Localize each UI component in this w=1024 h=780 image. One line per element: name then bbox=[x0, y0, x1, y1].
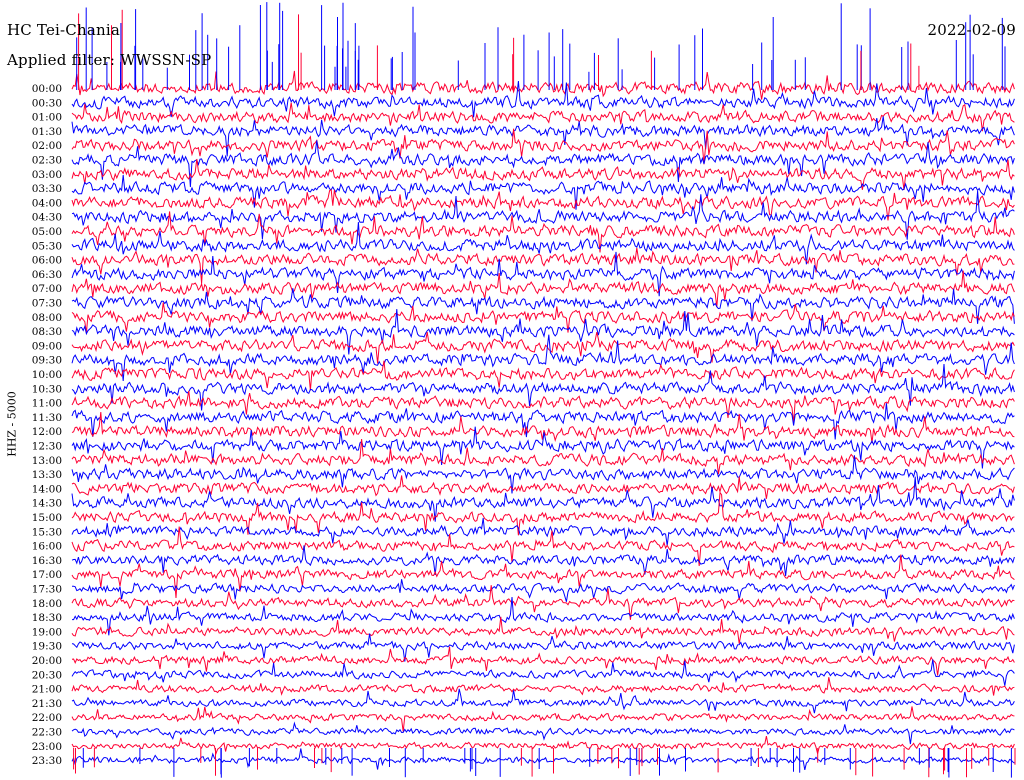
row-time-label: 20:30 bbox=[32, 669, 62, 681]
row-time-label: 16:00 bbox=[32, 541, 62, 553]
row-time-label: 21:30 bbox=[32, 698, 62, 710]
row-time-label: 11:00 bbox=[32, 398, 62, 410]
row-time-label: 15:30 bbox=[32, 526, 62, 538]
row-time-label: 08:30 bbox=[32, 326, 62, 338]
row-time-label: 17:00 bbox=[32, 569, 62, 581]
row-time-label: 11:30 bbox=[32, 412, 62, 424]
trace-row bbox=[71, 102, 1015, 132]
row-time-label: 22:00 bbox=[32, 712, 62, 724]
row-time-label: 13:30 bbox=[32, 469, 62, 481]
row-time-label: 23:30 bbox=[32, 755, 62, 767]
row-time-label: 07:00 bbox=[32, 283, 62, 295]
station-title: HC Tei-Chania bbox=[7, 21, 120, 39]
row-time-label: 12:30 bbox=[32, 441, 62, 453]
row-time-label: 09:00 bbox=[32, 340, 62, 352]
row-time-label: 06:00 bbox=[32, 255, 62, 267]
trace-row bbox=[71, 331, 1015, 364]
row-time-label: 04:00 bbox=[32, 197, 62, 209]
channel-label: HHZ - 5000 bbox=[5, 391, 19, 457]
trace-row bbox=[71, 554, 1015, 599]
row-time-label: 10:00 bbox=[32, 369, 62, 381]
row-time-label: 09:30 bbox=[32, 355, 62, 367]
row-time-label: 16:30 bbox=[32, 555, 62, 567]
row-time-label: 21:00 bbox=[32, 684, 62, 696]
row-time-label: 03:00 bbox=[32, 169, 62, 181]
row-time-label: 06:30 bbox=[32, 269, 62, 281]
row-time-label: 12:00 bbox=[32, 426, 62, 438]
filter-subtitle: Applied filter: WWSSN-SP bbox=[7, 51, 212, 69]
row-time-label: 14:30 bbox=[32, 498, 62, 510]
trace-row bbox=[71, 633, 1015, 662]
trace-row bbox=[71, 251, 1015, 297]
trace-row bbox=[71, 616, 1015, 644]
row-time-label: 01:30 bbox=[32, 126, 62, 138]
helicorder-chart: 00:00 00:30 01:00 01:30 02:00 02:30 03:00 03:30… bbox=[0, 0, 1024, 780]
trace-row bbox=[71, 517, 1015, 546]
trace-row bbox=[71, 191, 1015, 240]
trace-row bbox=[71, 288, 1015, 324]
row-time-label: 03:30 bbox=[32, 183, 62, 195]
helicorder-plot: 00:00 00:30 01:00 01:30 02:00 02:30 03:00 03:30… bbox=[32, 2, 1016, 778]
row-time-label: 22:30 bbox=[32, 727, 62, 739]
row-time-label: 13:00 bbox=[32, 455, 62, 467]
row-time-label: 05:30 bbox=[32, 240, 62, 252]
row-time-label: 20:00 bbox=[32, 655, 62, 667]
row-time-label: 04:30 bbox=[32, 212, 62, 224]
trace-row bbox=[71, 659, 1015, 686]
trace-row bbox=[71, 688, 1015, 714]
trace-row bbox=[71, 70, 1015, 100]
row-time-label: 02:00 bbox=[32, 140, 62, 152]
row-time-label: 10:30 bbox=[32, 383, 62, 395]
row-time-label: 23:00 bbox=[32, 741, 62, 753]
trace-row bbox=[71, 721, 1015, 745]
trace-row bbox=[71, 706, 1015, 732]
row-time-label: 18:30 bbox=[32, 612, 62, 624]
row-time-label: 00:00 bbox=[32, 83, 62, 95]
trace-row bbox=[71, 677, 1015, 696]
row-time-label: 02:30 bbox=[32, 155, 62, 167]
row-time-label: 17:30 bbox=[32, 584, 62, 596]
row-time-label: 08:00 bbox=[32, 312, 62, 324]
row-time-label: 01:00 bbox=[32, 112, 62, 124]
record-date: 2022-02-09 bbox=[927, 21, 1016, 39]
row-time-label: 14:00 bbox=[32, 483, 62, 495]
row-time-label: 00:30 bbox=[32, 97, 62, 109]
row-time-label: 18:00 bbox=[32, 598, 62, 610]
row-time-label: 15:00 bbox=[32, 512, 62, 524]
row-time-label: 07:30 bbox=[32, 298, 62, 310]
row-time-label: 19:00 bbox=[32, 626, 62, 638]
trace-row bbox=[71, 116, 1015, 157]
trace-row bbox=[72, 579, 1015, 602]
trace-row bbox=[71, 270, 1015, 308]
row-time-label: 19:30 bbox=[32, 641, 62, 653]
row-time-label: 05:00 bbox=[32, 226, 62, 238]
